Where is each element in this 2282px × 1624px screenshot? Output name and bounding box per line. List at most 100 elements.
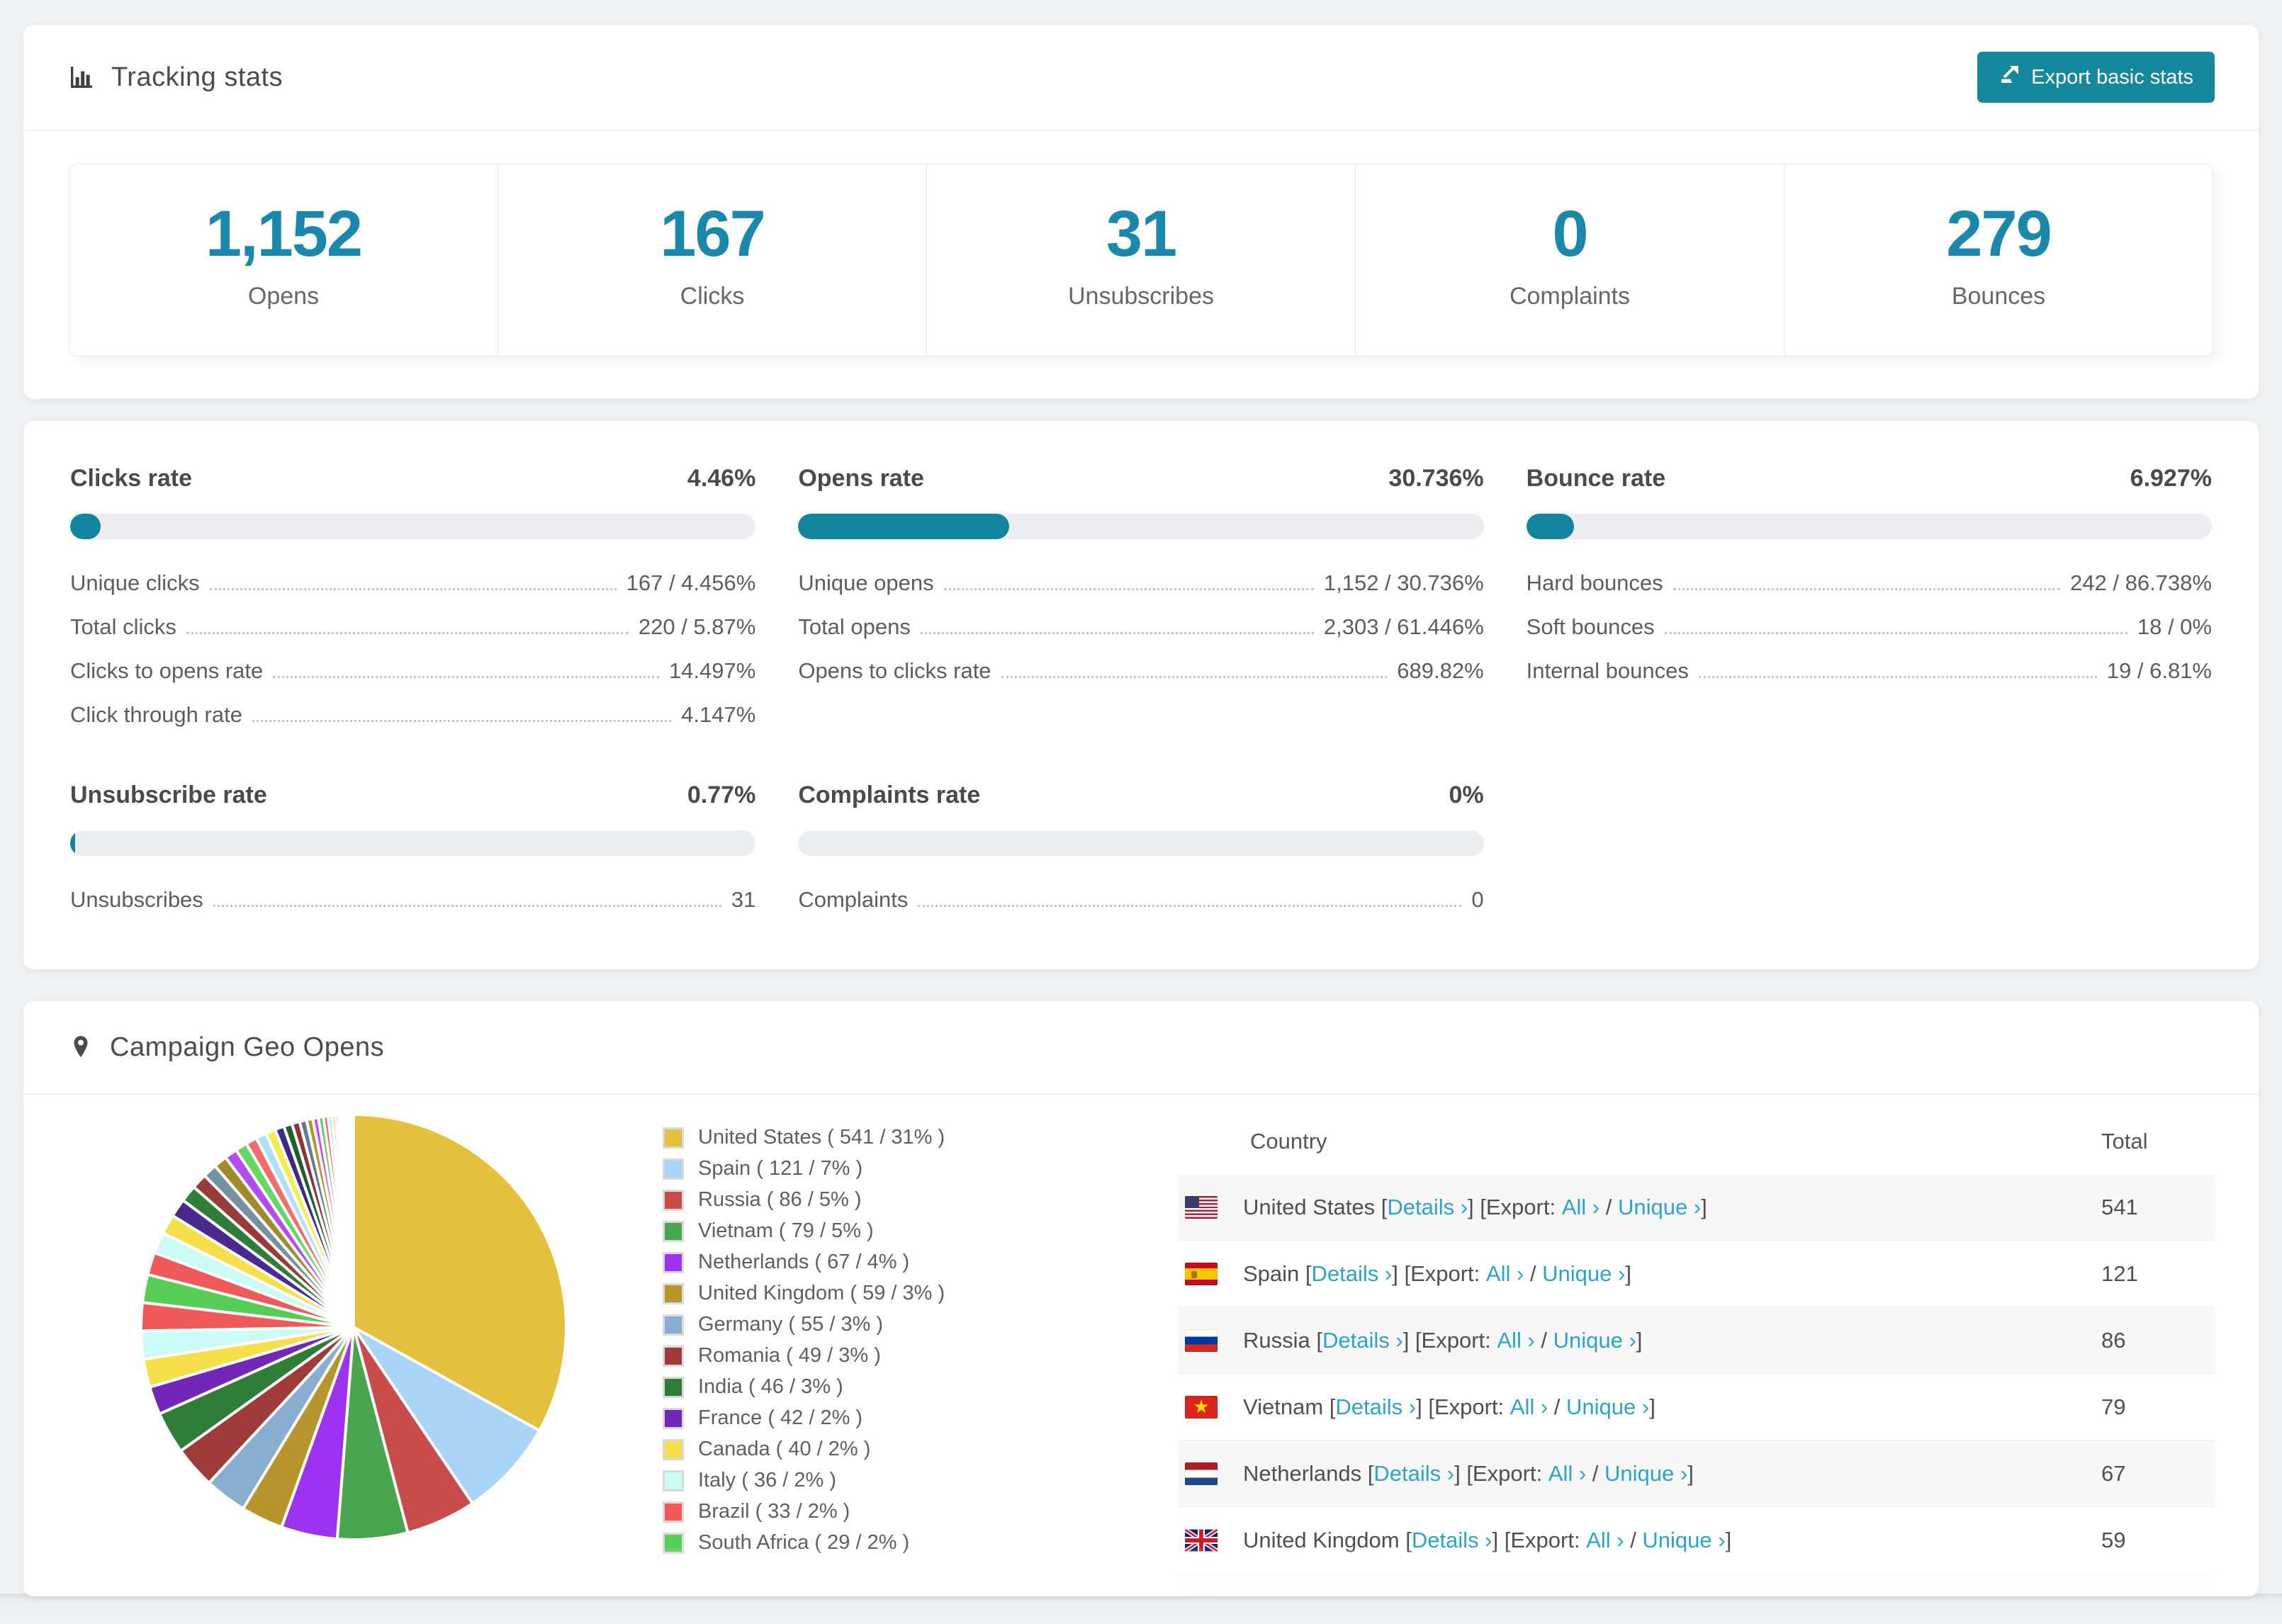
legend-label: India ( 46 / 3% ): [698, 1375, 843, 1398]
geo-opens-header: Campaign Geo Opens: [23, 1001, 2259, 1095]
export-unique-link[interactable]: Unique ›: [1553, 1328, 1636, 1353]
export-all-link[interactable]: All ›: [1486, 1261, 1524, 1287]
details-link[interactable]: Details ›: [1346, 1594, 1427, 1597]
export-unique-link[interactable]: Unique ›: [1604, 1461, 1687, 1487]
complaints-rate-progress-bar: [798, 830, 1484, 856]
vietnam-flag-icon: [1185, 1395, 1218, 1419]
total-value: 86: [2101, 1327, 2126, 1353]
geo-pie-chart[interactable]: [135, 1109, 572, 1549]
geo-table: Country Total United States [Details ›] …: [1178, 1116, 2215, 1596]
legend-swatch: [663, 1501, 684, 1523]
unsubscribe-rate-value: 0.77%: [687, 782, 756, 808]
total-value: 121: [2101, 1261, 2138, 1286]
legend-item[interactable]: Russia ( 86 / 5% ): [663, 1188, 1077, 1212]
export-all-link[interactable]: All ›: [1548, 1461, 1586, 1487]
export-unique-link[interactable]: Unique ›: [1576, 1594, 1659, 1597]
legend-item[interactable]: India ( 46 / 3% ): [663, 1375, 1077, 1399]
tracking-stats-card: Tracking stats Export basic stats 1,152 …: [23, 25, 2259, 399]
rate-row: Soft bounces 18 / 0%: [1526, 614, 2212, 639]
rate-panel-unsubscribe: Unsubscribe rate 0.77% Unsubscribes 31: [70, 782, 756, 913]
total-value: 55: [2045, 1594, 2215, 1597]
geo-table-header: Country Total: [1178, 1116, 2215, 1174]
rate-row: Unique opens 1,152 / 30.736%: [798, 570, 1484, 595]
rate-row: Opens to clicks rate 689.82%: [798, 658, 1484, 683]
legend-label: Brazil ( 33 / 2% ): [698, 1500, 850, 1523]
legend-item[interactable]: Brazil ( 33 / 2% ): [663, 1500, 1077, 1523]
geo-opens-title: Campaign Geo Opens: [110, 1032, 385, 1062]
legend-item[interactable]: Netherlands ( 67 / 4% ): [663, 1251, 1077, 1274]
details-link[interactable]: Details ›: [1322, 1328, 1403, 1353]
legend-label: South Africa ( 29 / 2% ): [698, 1531, 910, 1554]
unsubscribe-rate-title: Unsubscribe rate: [70, 782, 267, 808]
unsubscribe-rate-progress-bar: [70, 830, 756, 856]
opens-rate-title: Opens rate: [798, 465, 924, 492]
rate-row: Unsubscribes 31: [70, 887, 756, 912]
table-row-germany: Germany [Details ›] [Export: All › / Uni…: [1178, 1574, 2215, 1596]
stat-bounces-value: 279: [1946, 198, 2052, 270]
stat-clicks: 167 Clicks: [498, 164, 926, 356]
legend-label: Netherlands ( 67 / 4% ): [698, 1251, 910, 1273]
table-row-united-kingdom: United Kingdom [Details ›] [Export: All …: [1178, 1507, 2215, 1574]
rate-row: Internal bounces 19 / 6.81%: [1526, 658, 2212, 683]
details-link[interactable]: Details ›: [1387, 1195, 1468, 1220]
table-row-spain: Spain [Details ›] [Export: All › / Uniqu…: [1178, 1241, 2215, 1307]
rate-panel-clicks: Clicks rate 4.46% Unique clicks 167 / 4.4…: [70, 465, 756, 728]
page-title: Tracking stats: [111, 62, 283, 92]
bar-chart-icon: [67, 63, 96, 91]
legend-label: France ( 42 / 2% ): [698, 1406, 863, 1429]
export-all-link[interactable]: All ›: [1510, 1394, 1548, 1420]
details-link[interactable]: Details ›: [1373, 1461, 1454, 1487]
export-all-link[interactable]: All ›: [1497, 1328, 1534, 1353]
legend-item[interactable]: South Africa ( 29 / 2% ): [663, 1531, 1077, 1555]
table-row-vietnam: Vietnam [Details ›] [Export: All › / Uni…: [1178, 1374, 2215, 1440]
rate-row: Clicks to opens rate 14.497%: [70, 658, 756, 683]
country-column-header: Country: [1250, 1129, 1327, 1154]
legend-label: Italy ( 36 / 2% ): [698, 1469, 837, 1492]
details-link[interactable]: Details ›: [1412, 1528, 1493, 1553]
legend-item[interactable]: Vietnam ( 79 / 5% ): [663, 1219, 1077, 1243]
stat-bounces-label: Bounces: [1951, 283, 2046, 310]
legend-label: United States ( 541 / 31% ): [698, 1126, 945, 1149]
legend-item[interactable]: Spain ( 121 / 7% ): [663, 1157, 1077, 1180]
export-icon: [1999, 63, 2021, 91]
legend-label: Vietnam ( 79 / 5% ): [698, 1219, 874, 1242]
legend-item[interactable]: France ( 42 / 2% ): [663, 1406, 1077, 1430]
legend-item[interactable]: Canada ( 40 / 2% ): [663, 1438, 1077, 1461]
export-unique-link[interactable]: Unique ›: [1542, 1261, 1625, 1287]
spain-flag-icon: [1185, 1262, 1218, 1285]
legend-swatch: [663, 1345, 684, 1367]
stat-unsubscribes: 31 Unsubscribes: [926, 164, 1355, 356]
export-basic-stats-button[interactable]: Export basic stats: [1977, 52, 2215, 103]
legend-swatch: [663, 1189, 684, 1211]
legend-item[interactable]: Germany ( 55 / 3% ): [663, 1313, 1077, 1336]
total-value: 59: [2101, 1527, 2126, 1552]
rate-panel-bounce: Bounce rate 6.927% Hard bounces 242 / 86.…: [1526, 465, 2212, 728]
export-unique-link[interactable]: Unique ›: [1566, 1394, 1649, 1420]
export-all-link[interactable]: All ›: [1520, 1594, 1558, 1597]
total-value: 67: [2101, 1460, 2126, 1486]
total-value: 79: [2101, 1394, 2126, 1419]
export-all-link[interactable]: All ›: [1562, 1195, 1600, 1220]
table-row-united-states: United States [Details ›] [Export: All ›…: [1178, 1174, 2215, 1241]
legend-item[interactable]: Italy ( 36 / 2% ): [663, 1469, 1077, 1492]
details-link[interactable]: Details ›: [1335, 1394, 1416, 1420]
total-column-header: Total: [2101, 1129, 2148, 1154]
export-button-label: Export basic stats: [2031, 65, 2193, 89]
geo-opens-card: Campaign Geo Opens United States ( 541 /…: [23, 1001, 2259, 1596]
legend-swatch: [663, 1314, 684, 1336]
legend-item[interactable]: Romania ( 49 / 3% ): [663, 1344, 1077, 1368]
export-unique-link[interactable]: Unique ›: [1642, 1528, 1725, 1553]
export-unique-link[interactable]: Unique ›: [1618, 1195, 1701, 1220]
clicks-rate-progress-bar: [70, 514, 756, 539]
details-link[interactable]: Details ›: [1312, 1261, 1393, 1287]
legend-label: Russia ( 86 / 5% ): [698, 1188, 862, 1211]
stat-complaints-value: 0: [1552, 198, 1588, 270]
legend-swatch: [663, 1470, 684, 1492]
us-flag-icon: [1185, 1195, 1218, 1219]
export-all-link[interactable]: All ›: [1586, 1528, 1624, 1553]
legend-item[interactable]: United Kingdom ( 59 / 3% ): [663, 1282, 1077, 1305]
rate-row: Hard bounces 242 / 86.738%: [1526, 570, 2212, 595]
legend-item[interactable]: United States ( 541 / 31% ): [663, 1126, 1077, 1149]
rate-panel-complaints: Complaints rate 0% Complaints 0: [798, 782, 1484, 913]
legend-label: Germany ( 55 / 3% ): [698, 1313, 884, 1336]
